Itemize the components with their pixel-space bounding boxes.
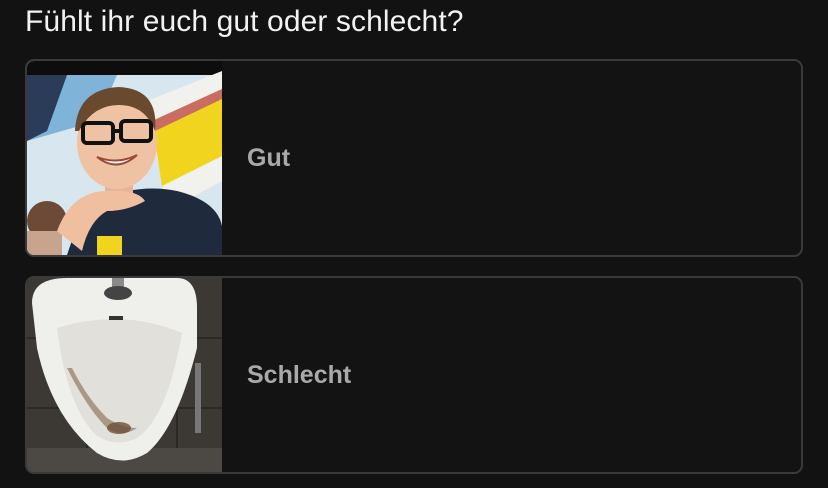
option-image-urinal — [27, 278, 222, 472]
option-label-gut: Gut — [247, 144, 291, 172]
poll-question: Fühlt ihr euch gut oder schlecht? — [25, 5, 464, 38]
poll-option-schlecht[interactable]: Schlecht — [25, 276, 803, 474]
option-image-smiling-man — [27, 61, 222, 255]
option-label-schlecht: Schlecht — [247, 361, 352, 389]
poll-option-gut[interactable]: Gut — [25, 59, 803, 257]
